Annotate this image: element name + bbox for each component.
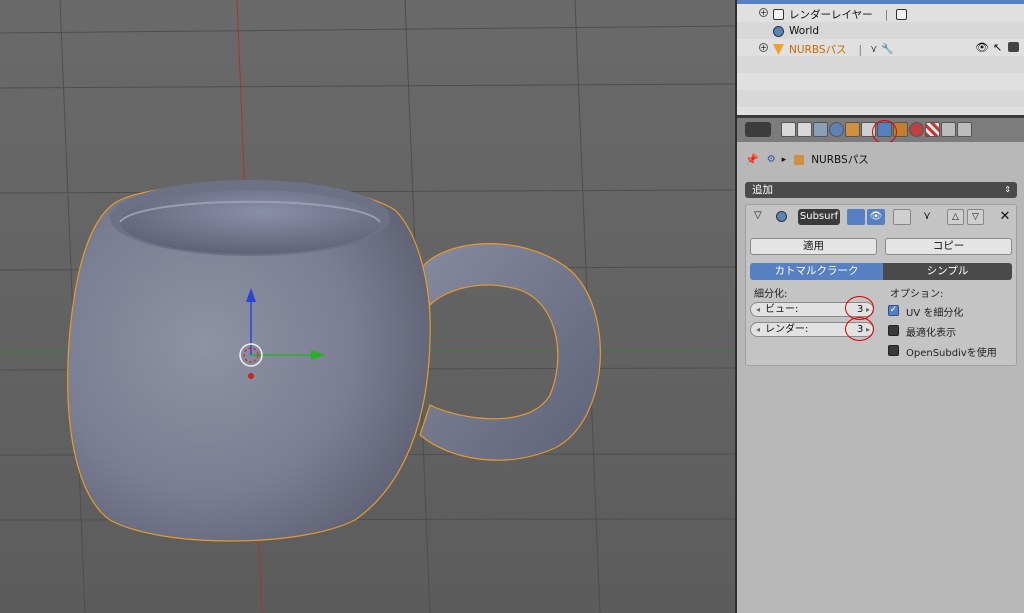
scene-icon: ⚙: [766, 154, 776, 165]
opensubdiv-label: OpenSubdivを使用: [906, 348, 997, 359]
opensubdiv-checkbox[interactable]: [888, 345, 899, 356]
outliner-row-world[interactable]: World: [737, 22, 1024, 39]
subdivisions-label: 細分化:: [754, 289, 788, 300]
add-modifier-dropdown[interactable]: 追加 ⇕: [745, 182, 1017, 198]
updown-arrow-icon: ⇕: [1004, 185, 1011, 194]
move-up-icon[interactable]: △: [947, 209, 964, 225]
collapse-triangle-icon[interactable]: ▽: [754, 210, 762, 221]
outliner-label: World: [789, 25, 820, 37]
chevron-right-icon: ▸: [781, 154, 787, 165]
red-annotation-circle: [845, 317, 874, 341]
eye-icon[interactable]: 👁: [975, 41, 989, 54]
editmode-toggle-icon[interactable]: [893, 209, 911, 225]
render-levels-label: レンダー:: [765, 324, 809, 335]
optimal-display-checkbox[interactable]: [888, 325, 899, 336]
breadcrumb-object: NURBSパス: [811, 154, 869, 166]
camera-render-icon[interactable]: [1008, 42, 1019, 52]
object-tab-icon[interactable]: [845, 122, 860, 137]
render-tab-icon[interactable]: [781, 122, 796, 137]
separator-icon: |: [884, 8, 889, 21]
object-data-icon: [773, 44, 784, 55]
render-layers-tab-icon[interactable]: [797, 122, 812, 137]
world-icon: [773, 25, 784, 37]
render-layer-icon: [773, 9, 784, 20]
close-icon[interactable]: ✕: [998, 209, 1012, 225]
simple-toggle[interactable]: シンプル: [883, 263, 1012, 280]
subsurf-modifier-icon: [776, 211, 787, 222]
expand-icon[interactable]: +: [759, 8, 768, 17]
copy-button[interactable]: コピー: [885, 238, 1012, 255]
render-toggle-icon[interactable]: [847, 209, 865, 225]
physics-tab-icon[interactable]: [957, 122, 972, 137]
texture-tab-icon[interactable]: [925, 122, 940, 137]
separator-icon: |: [858, 43, 863, 56]
decrement-arrow-icon[interactable]: ◂: [756, 323, 760, 336]
outliner-row-nurbs[interactable]: + NURBSパス | ⋎ 🔧 👁 ↖: [737, 39, 1024, 56]
pin-icon[interactable]: 📌: [745, 153, 759, 166]
material-tab-icon[interactable]: [909, 122, 924, 137]
expand-icon[interactable]: +: [759, 43, 768, 52]
add-modifier-label: 追加: [752, 184, 773, 196]
apply-button[interactable]: 適用: [750, 238, 877, 255]
outliner-row-render-layers[interactable]: + レンダーレイヤー |: [737, 4, 1024, 21]
world-tab-icon[interactable]: [829, 122, 844, 137]
viewport-eye-icon[interactable]: 👁: [867, 209, 885, 225]
uv-subdivide-checkbox[interactable]: ✓: [888, 305, 899, 316]
outliner-empty-row: [737, 90, 1024, 107]
viewport-canvas: [0, 0, 735, 613]
outliner-empty-row: [737, 56, 1024, 73]
3d-viewport[interactable]: [0, 0, 735, 613]
red-annotation-circle: [872, 120, 897, 144]
scene-tab-icon[interactable]: [813, 122, 828, 137]
particles-tab-icon[interactable]: [941, 122, 956, 137]
outliner-label: レンダーレイヤー: [789, 9, 873, 21]
properties-panel: 📌 ⚙ ▸ NURBSパス 追加 ⇕ ▽ Subsurf 👁 ⋎ △ ▽ ✕ 適…: [737, 142, 1024, 613]
properties-header: [737, 118, 1024, 144]
move-down-icon[interactable]: ▽: [967, 209, 984, 225]
editor-type-button[interactable]: [745, 122, 771, 137]
object-icon: [794, 154, 805, 165]
mug-handle: [419, 243, 601, 461]
subsurf-modifier-panel: ▽ Subsurf 👁 ⋎ △ ▽ ✕ 適用 コピー カトマルクラーク シンプル…: [745, 204, 1017, 366]
cage-vertex-icon[interactable]: ⋎: [918, 209, 936, 225]
mug-body: [67, 180, 431, 542]
options-label: オプション:: [890, 289, 944, 300]
view-levels-label: ビュー:: [765, 304, 799, 315]
optimal-display-label: 最適化表示: [906, 328, 956, 339]
modifier-name-field[interactable]: Subsurf: [798, 209, 840, 225]
catmull-clark-toggle[interactable]: カトマルクラーク: [750, 263, 883, 280]
decrement-arrow-icon[interactable]: ◂: [756, 303, 760, 316]
cursor-select-icon[interactable]: ↖: [993, 41, 1002, 54]
wrench-icon: 🔧: [881, 44, 894, 55]
render-layer-icon: [896, 9, 908, 20]
outliner-label: NURBSパス: [789, 44, 847, 56]
uv-subdivide-label: UV を細分化: [906, 308, 964, 319]
mesh-vertex-icon: ⋎: [870, 44, 878, 55]
outliner[interactable]: + レンダーレイヤー | World + NURBSパス | ⋎ 🔧 👁 ↖: [737, 0, 1024, 115]
breadcrumb: 📌 ⚙ ▸ NURBSパス: [745, 152, 869, 167]
